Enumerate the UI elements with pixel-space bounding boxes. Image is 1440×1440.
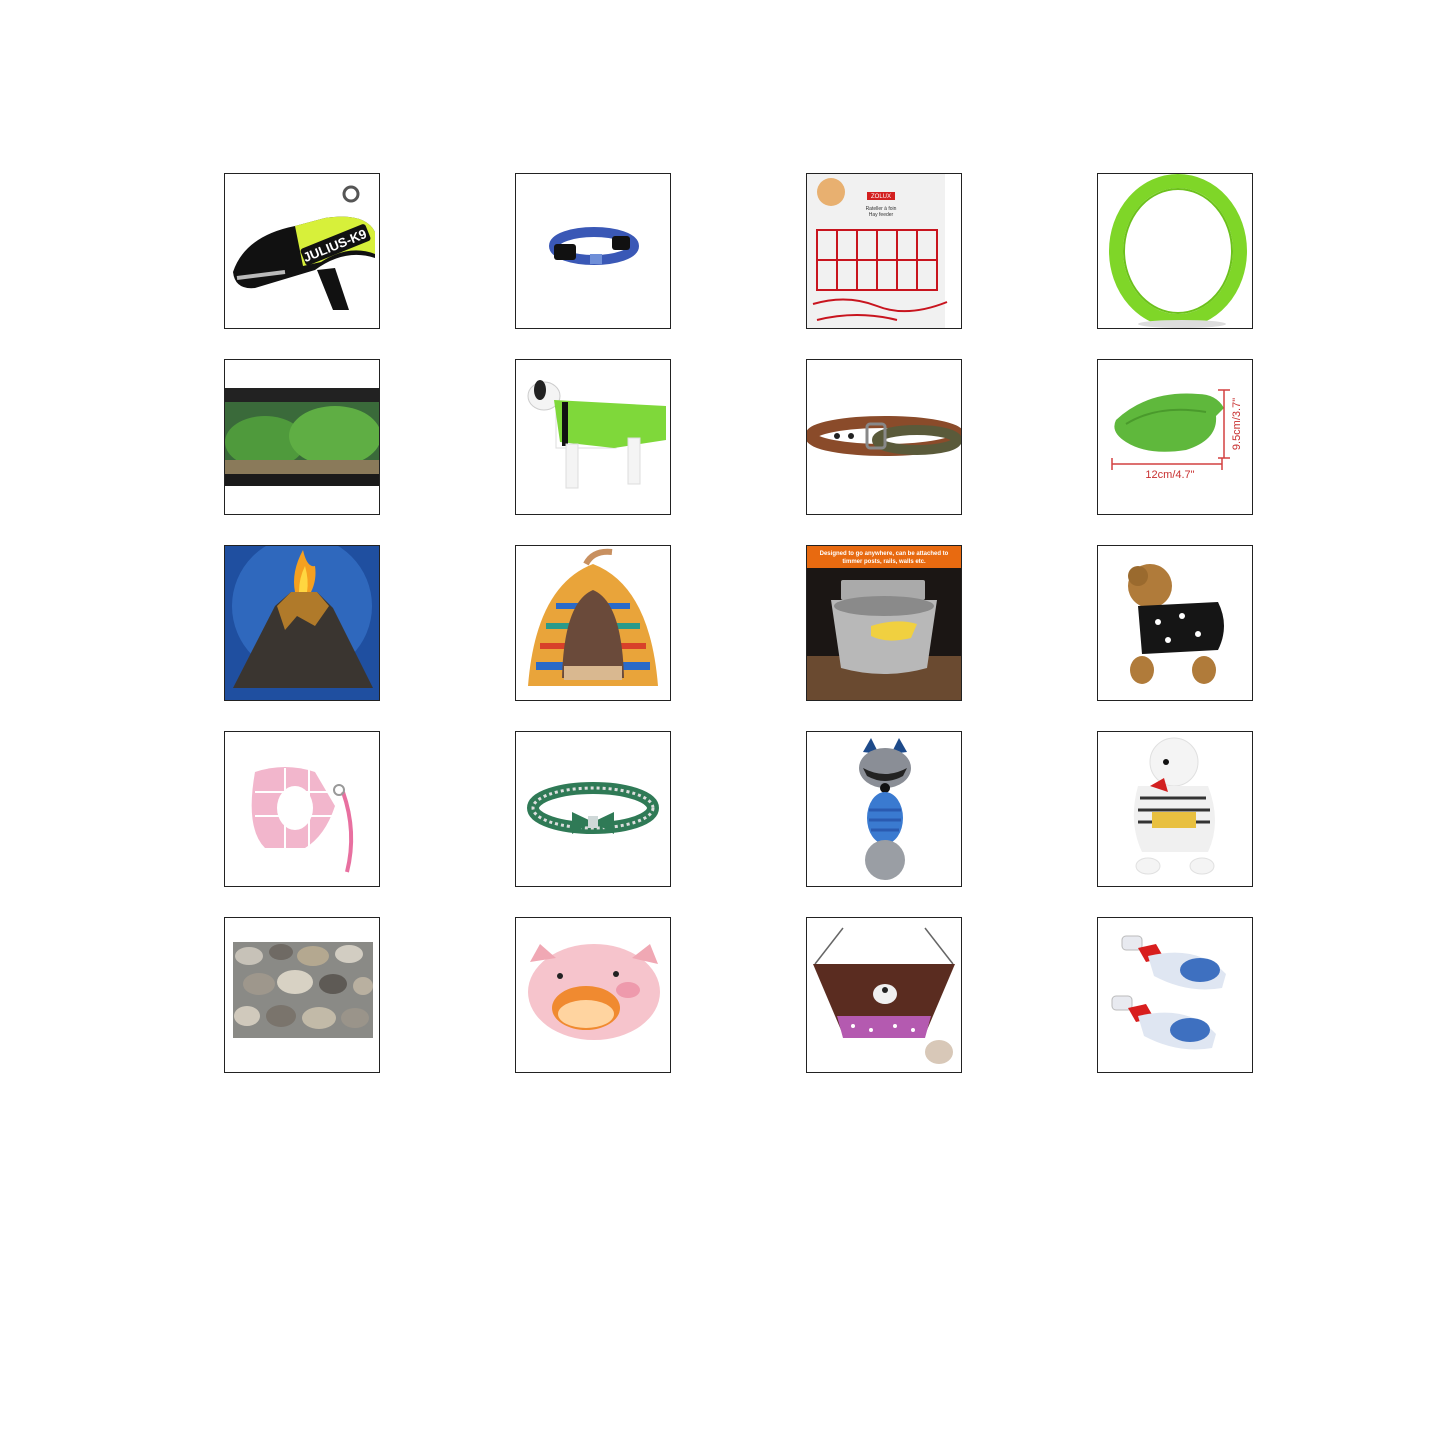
product-tile[interactable]: 12cm/4.7" 9.5cm/3.7" [1097, 359, 1253, 515]
aquarium-tank-icon [225, 388, 379, 486]
product-tile[interactable] [224, 731, 380, 887]
water-bowl-icon: Designed to go anywhere, can be attached… [807, 546, 961, 700]
dog-collar-icon [549, 227, 639, 265]
product-tile[interactable] [806, 359, 962, 515]
bowl-caption-line1: Designed to go anywhere, can be attached… [820, 551, 949, 557]
feeder-brand-label: ZOLUX [871, 194, 891, 200]
product-tile[interactable] [1097, 731, 1253, 887]
hay-feeder-icon: ZOLUX Rateller à foin Hay feeder [807, 174, 948, 328]
raccoon-toy-icon [859, 738, 911, 880]
product-tile[interactable] [515, 731, 671, 887]
pet-shoes-icon [1111, 935, 1226, 1050]
product-grid: JULIUS-K9 ZOLUX Rateller à foin Hay feed… [224, 173, 1253, 1073]
dog-coat-icon [527, 380, 666, 489]
product-tile[interactable] [224, 359, 380, 515]
feeder-subtitle-label: Hay feeder [869, 212, 894, 218]
pebbles-icon [233, 942, 373, 1038]
pig-bed-icon [528, 944, 660, 1040]
dog-shirt-icon [1133, 737, 1215, 875]
width-dimension-label: 12cm/4.7" [1145, 469, 1194, 481]
pet-tent-bed-icon [528, 548, 658, 686]
volcano-ornament-icon [225, 546, 379, 700]
product-tile[interactable] [1097, 545, 1253, 701]
product-tile[interactable] [224, 917, 380, 1073]
product-tile[interactable] [224, 545, 380, 701]
product-tile[interactable] [1097, 917, 1253, 1073]
dog-sweater-icon [1128, 564, 1224, 684]
product-tile[interactable] [515, 173, 671, 329]
pink-harness-leash-icon [251, 767, 354, 873]
bowl-caption-line2: timmer posts, rails, walls etc. [842, 559, 926, 565]
ring-toy-icon [1109, 174, 1247, 328]
bow-collar-icon [527, 782, 659, 834]
height-dimension-label: 9.5cm/3.7" [1231, 398, 1243, 450]
hammock-icon [813, 927, 955, 1064]
product-tile[interactable] [806, 917, 962, 1073]
product-tile[interactable] [515, 545, 671, 701]
leaf-dish-icon: 12cm/4.7" 9.5cm/3.7" [1111, 389, 1243, 481]
leather-collar-icon [807, 416, 961, 456]
product-tile[interactable] [806, 731, 962, 887]
product-tile[interactable]: JULIUS-K9 [224, 173, 380, 329]
product-tile[interactable] [515, 359, 671, 515]
dog-harness-icon: JULIUS-K9 [233, 185, 375, 310]
product-tile[interactable]: ZOLUX Rateller à foin Hay feeder [806, 173, 962, 329]
product-tile[interactable] [1097, 173, 1253, 329]
product-tile[interactable] [515, 917, 671, 1073]
product-tile[interactable]: Designed to go anywhere, can be attached… [806, 545, 962, 701]
